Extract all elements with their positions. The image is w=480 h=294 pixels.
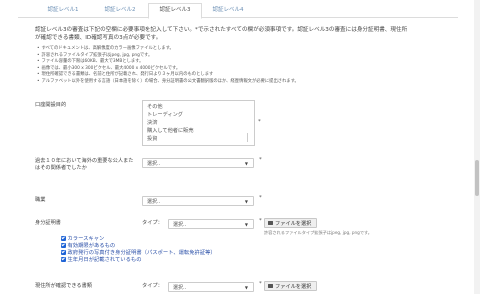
requirement-text: 有効期限があるもの bbox=[67, 243, 116, 249]
bullet-item: 現住所確認できる書類は、名前と住所が記載され、発行日より３ヶ月以内のものとします bbox=[37, 72, 214, 78]
requirement-text: 生年月日が記載されているもの bbox=[67, 257, 142, 263]
bullet-item: アルファベット以外を使用する言語（日本語を除く）の場合、身分証明書の公文書翻訳版… bbox=[37, 79, 299, 85]
purpose-option[interactable]: トレーディング bbox=[147, 111, 183, 118]
purpose-label: 口座開設目的 bbox=[35, 102, 67, 108]
address-doc-type-select[interactable]: 選択.. ▼ bbox=[168, 282, 254, 292]
pep-question-label: 過去１０年において海外の重要な公人またはその関係者でしたか bbox=[35, 158, 134, 172]
occupation-select-value: 選択.. bbox=[147, 199, 161, 205]
address-doc-type-value: 選択.. bbox=[173, 285, 187, 291]
purpose-option[interactable]: 投資 bbox=[147, 135, 157, 142]
occupation-select[interactable]: 選択.. ▼ bbox=[142, 196, 254, 206]
checkbox-checked-icon bbox=[61, 243, 66, 248]
purpose-option[interactable]: その他 bbox=[147, 103, 163, 110]
checkbox-checked-icon bbox=[61, 257, 66, 262]
requirement-item: カラースキャン bbox=[61, 236, 104, 243]
address-doc-file-button[interactable]: ファイルを選択 bbox=[264, 281, 317, 291]
id-doc-file-button[interactable]: ファイルを選択 bbox=[264, 218, 317, 228]
tab-level3[interactable]: 認証レベル3 bbox=[148, 3, 202, 19]
address-doc-type-label: タイプ： bbox=[142, 283, 163, 289]
bullet-item: ファイル容量の下限は60KB、最大で3MBとします。 bbox=[37, 59, 144, 65]
occupation-label: 職業 bbox=[35, 197, 46, 203]
pep-select[interactable]: 選択.. ▼ bbox=[142, 158, 254, 168]
listbox-resize-handle[interactable] bbox=[247, 133, 253, 142]
tab-bar: 認証レベル1 認証レベル2 認証レベル3 認証レベル4 bbox=[18, 0, 458, 19]
purpose-option[interactable]: 決済 bbox=[147, 119, 157, 126]
requirement-item: 生年月日が記載されているもの bbox=[61, 257, 142, 264]
required-mark: * bbox=[259, 218, 262, 224]
requirement-text: カラースキャン bbox=[67, 236, 105, 242]
required-mark: * bbox=[258, 119, 261, 125]
bullet-item: 画像では、最小300 x 300ピクセル、最大4000 x 4000ピクセルです… bbox=[37, 66, 181, 72]
checkbox-checked-icon bbox=[61, 236, 66, 241]
file-type-hint: 許容されるファイルタイプ拡張子はjpeg, jpg, pngです。 bbox=[264, 230, 372, 235]
requirement-item: 政府発行の写真付き身分証明書（パスポート、運転免許証等） bbox=[61, 250, 216, 257]
caret-down-icon: ▼ bbox=[244, 222, 248, 227]
id-doc-label: 身分証明書 bbox=[35, 220, 61, 226]
requirement-item: 有効期限があるもの bbox=[61, 243, 115, 250]
required-mark: * bbox=[259, 195, 262, 201]
caret-down-icon: ▼ bbox=[244, 161, 248, 166]
caret-down-icon: ▼ bbox=[244, 199, 248, 204]
bullet-item: すべてのドキュメントは、高解像度のカラー画像ファイルとします。 bbox=[37, 46, 174, 52]
folder-icon bbox=[268, 284, 273, 288]
pep-select-value: 選択.. bbox=[147, 161, 161, 167]
scrollbar-thumb[interactable] bbox=[475, 160, 479, 196]
caret-down-icon: ▼ bbox=[244, 285, 248, 290]
checkbox-checked-icon bbox=[61, 250, 66, 255]
tab-level4[interactable]: 認証レベル4 bbox=[202, 4, 254, 17]
tab-level1[interactable]: 認証レベル1 bbox=[40, 4, 86, 17]
requirement-text: 政府発行の写真付き身分証明書（パスポート、運転免許証等） bbox=[67, 250, 216, 256]
tab-level2[interactable]: 認証レベル2 bbox=[94, 4, 146, 17]
id-doc-type-select[interactable]: 選択.. ▼ bbox=[168, 219, 254, 229]
folder-icon bbox=[268, 221, 273, 225]
address-doc-label: 現住所が確認できる書類 bbox=[35, 283, 92, 289]
scrollbar-track[interactable] bbox=[474, 0, 480, 294]
purpose-listbox[interactable]: その他 トレーディング 決済 購入して他者に販売 投資 bbox=[142, 100, 255, 146]
bullet-item: 許容されるファイルタイプ拡張子はjpeg, jpg, pngです。 bbox=[37, 53, 153, 59]
address-doc-file-button-label: ファイルを選択 bbox=[275, 284, 312, 290]
id-doc-type-value: 選択.. bbox=[173, 222, 187, 228]
purpose-option[interactable]: 購入して他者に販売 bbox=[147, 127, 194, 134]
intro-line-2: が確認できる書類、ID確認写真の3点が必要です。 bbox=[35, 35, 162, 41]
required-mark: * bbox=[259, 157, 262, 163]
id-doc-type-label: タイプ： bbox=[142, 220, 163, 226]
id-doc-file-button-label: ファイルを選択 bbox=[275, 221, 312, 227]
intro-line-1: 認証レベル3の審査は下記の空欄に必要事項を記入して下さい。*で示されたすべての欄… bbox=[35, 27, 408, 33]
required-mark: * bbox=[259, 281, 262, 287]
